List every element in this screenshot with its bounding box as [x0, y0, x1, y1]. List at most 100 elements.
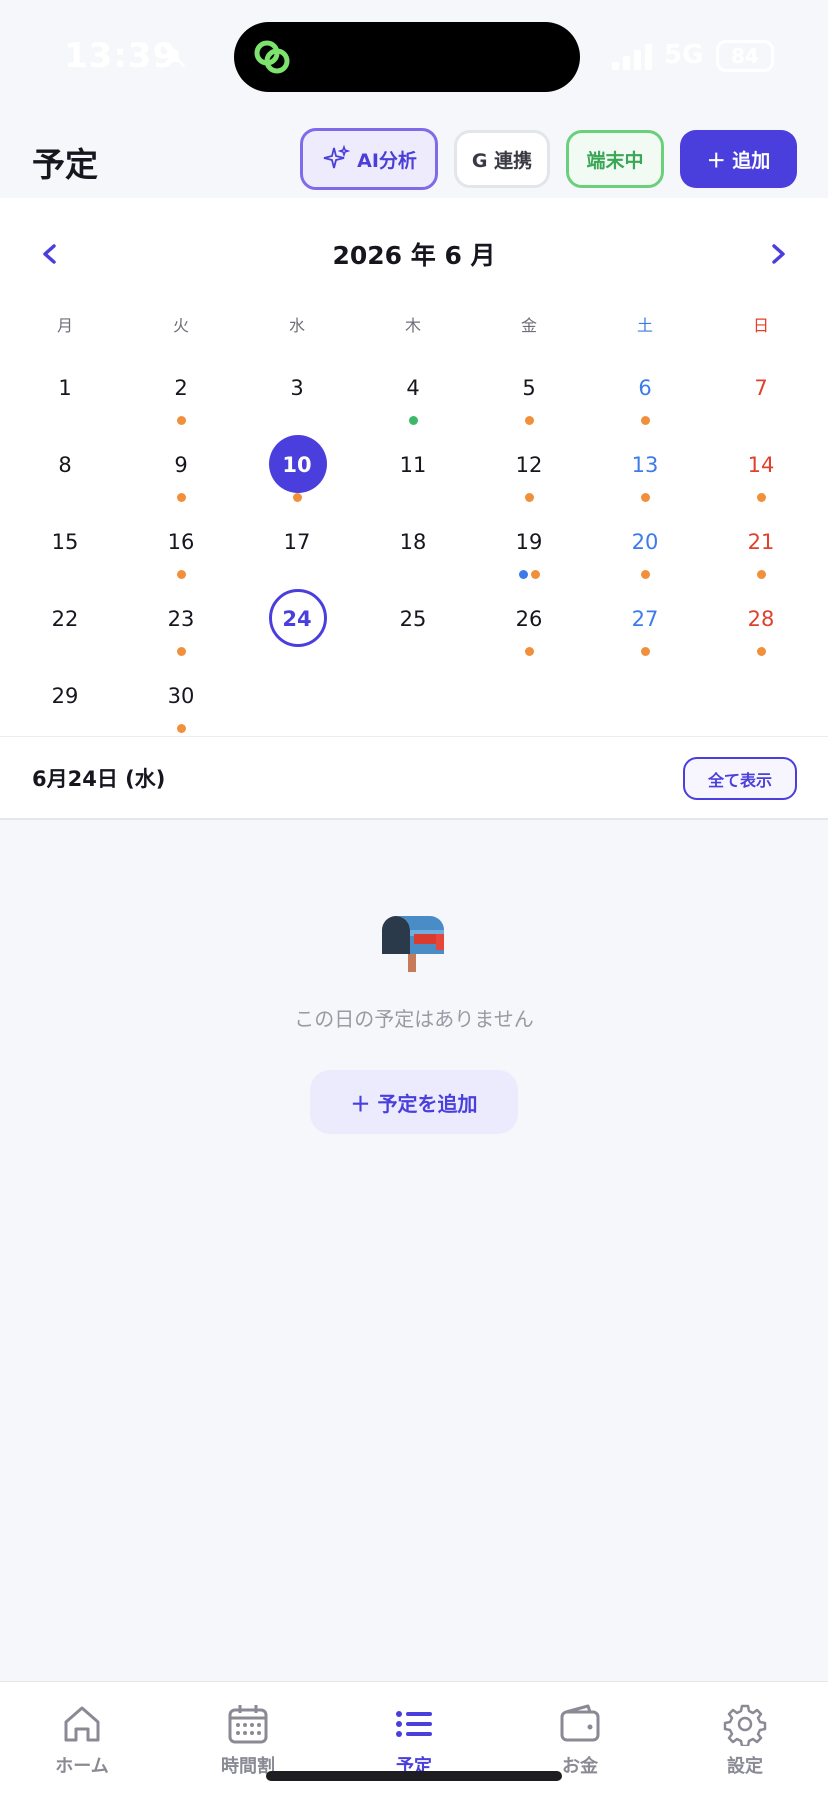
ai-analysis-label: AI分析 [357, 149, 417, 172]
calendar-day[interactable]: 15 [7, 510, 123, 587]
calendar-day[interactable]: 20 [587, 510, 703, 587]
calendar-day[interactable]: 8 [7, 433, 123, 510]
calendar-day[interactable]: 5 [471, 356, 587, 433]
calendar-day[interactable]: 30 [123, 664, 239, 741]
ai-analysis-button[interactable]: AI分析 [300, 128, 438, 190]
event-dots [587, 493, 703, 502]
calendar-day[interactable]: 2 [123, 356, 239, 433]
weekday-label: 月 [56, 316, 73, 335]
calendar-day[interactable]: 24 [239, 587, 355, 664]
calendar-day[interactable]: 25 [355, 587, 471, 664]
event-dots [355, 416, 471, 425]
mailbox-icon [382, 916, 444, 972]
calendar-day[interactable]: 6 [587, 356, 703, 433]
calendar-day[interactable]: 7 [703, 356, 819, 433]
calendar-day[interactable]: 18 [355, 510, 471, 587]
day-number: 16 [167, 530, 195, 554]
event-dot [176, 647, 186, 656]
calendar-day[interactable]: 13 [587, 433, 703, 510]
weekday-header: 月火水木金土日 [0, 312, 828, 342]
event-dots [471, 570, 587, 579]
day-number: 15 [51, 530, 79, 554]
weekday-label: 土 [636, 316, 653, 335]
show-all-button[interactable]: 全て表示 [683, 757, 797, 800]
calendar-day[interactable]: 11 [355, 433, 471, 510]
day-number: 24 [282, 607, 312, 631]
event-dots [239, 493, 355, 502]
google-sync-button[interactable]: G 連携 [454, 130, 550, 188]
event-dots [587, 647, 703, 656]
event-dots [123, 570, 239, 579]
page-title: 予定 [32, 145, 98, 184]
home-icon [64, 1706, 100, 1742]
device-sync-button[interactable]: 端末中 [566, 130, 664, 188]
day-number: 3 [290, 376, 304, 400]
calendar-day[interactable]: 27 [587, 587, 703, 664]
network-label: 5G [664, 40, 704, 70]
event-dot [756, 493, 766, 502]
tab-timetable[interactable]: 時間割 [193, 1702, 303, 1782]
tab-home[interactable]: ホーム [27, 1702, 137, 1782]
event-dot [518, 570, 528, 579]
calendar-day[interactable]: 28 [703, 587, 819, 664]
calendar-day[interactable]: 16 [123, 510, 239, 587]
calendar-day[interactable]: 3 [239, 356, 355, 433]
day-number: 22 [51, 607, 79, 631]
add-plan-button[interactable]: ＋ 予定を追加 [310, 1070, 518, 1134]
day-number: 20 [631, 530, 659, 554]
day-number: 1 [58, 376, 72, 400]
calendar-day[interactable]: 23 [123, 587, 239, 664]
tab-schedule[interactable]: 予定 [359, 1702, 469, 1782]
tab-settings-label: 設定 [727, 1756, 763, 1777]
day-number: 17 [283, 530, 311, 554]
event-dot [524, 647, 534, 656]
calendar-day[interactable]: 9 [123, 433, 239, 510]
home-indicator [266, 1771, 562, 1781]
calendar-day[interactable]: 1 [7, 356, 123, 433]
event-dots [123, 647, 239, 656]
device-sync-label: 端末中 [586, 149, 644, 172]
weekday-label: 木 [404, 316, 421, 335]
calendar-day[interactable]: 19 [471, 510, 587, 587]
calendar-day[interactable]: 12 [471, 433, 587, 510]
day-number: 6 [638, 376, 652, 400]
empty-message: この日の予定はありません [294, 1007, 534, 1031]
calendar-day[interactable]: 4 [355, 356, 471, 433]
add-plan-label: ＋ 予定を追加 [350, 1091, 478, 1116]
calendar-day[interactable]: 29 [7, 664, 123, 741]
day-number: 25 [399, 607, 427, 631]
calendar-day[interactable]: 22 [7, 587, 123, 664]
event-dots [123, 724, 239, 733]
calendar-day[interactable]: 14 [703, 433, 819, 510]
weekday-label: 日 [752, 316, 769, 335]
weekday-label: 水 [288, 316, 305, 335]
calendar-day[interactable]: 17 [239, 510, 355, 587]
calendar-day[interactable]: 26 [471, 587, 587, 664]
event-dots [703, 647, 819, 656]
event-dot [530, 570, 540, 579]
tab-settings[interactable]: 設定 [690, 1702, 800, 1782]
day-number: 29 [51, 684, 79, 708]
event-dots [471, 647, 587, 656]
day-number: 23 [167, 607, 195, 631]
calendar-day[interactable]: 21 [703, 510, 819, 587]
day-number: 28 [747, 607, 775, 631]
chevron-right-icon[interactable] [758, 234, 798, 274]
event-dot [524, 493, 534, 502]
sparkle-icon [323, 144, 351, 169]
add-button[interactable]: ＋ 追加 [680, 130, 797, 188]
signal-icon [612, 44, 652, 70]
header: 予定 AI分析 G 連携 端末中 ＋ 追加 [0, 112, 828, 198]
selected-date-bar: 6月24日 (水) 全て表示 [0, 736, 828, 820]
day-number: 11 [399, 453, 427, 477]
event-dot [176, 724, 186, 733]
day-number: 4 [406, 376, 420, 400]
day-number: 9 [174, 453, 188, 477]
day-number: 26 [515, 607, 543, 631]
battery-indicator: 84 [716, 40, 774, 72]
tab-money[interactable]: お金 [525, 1702, 635, 1782]
weekday-label: 金 [520, 316, 537, 335]
calendar-day[interactable]: 10 [239, 433, 355, 510]
bell-slash-icon [162, 44, 186, 68]
day-number: 13 [631, 453, 659, 477]
